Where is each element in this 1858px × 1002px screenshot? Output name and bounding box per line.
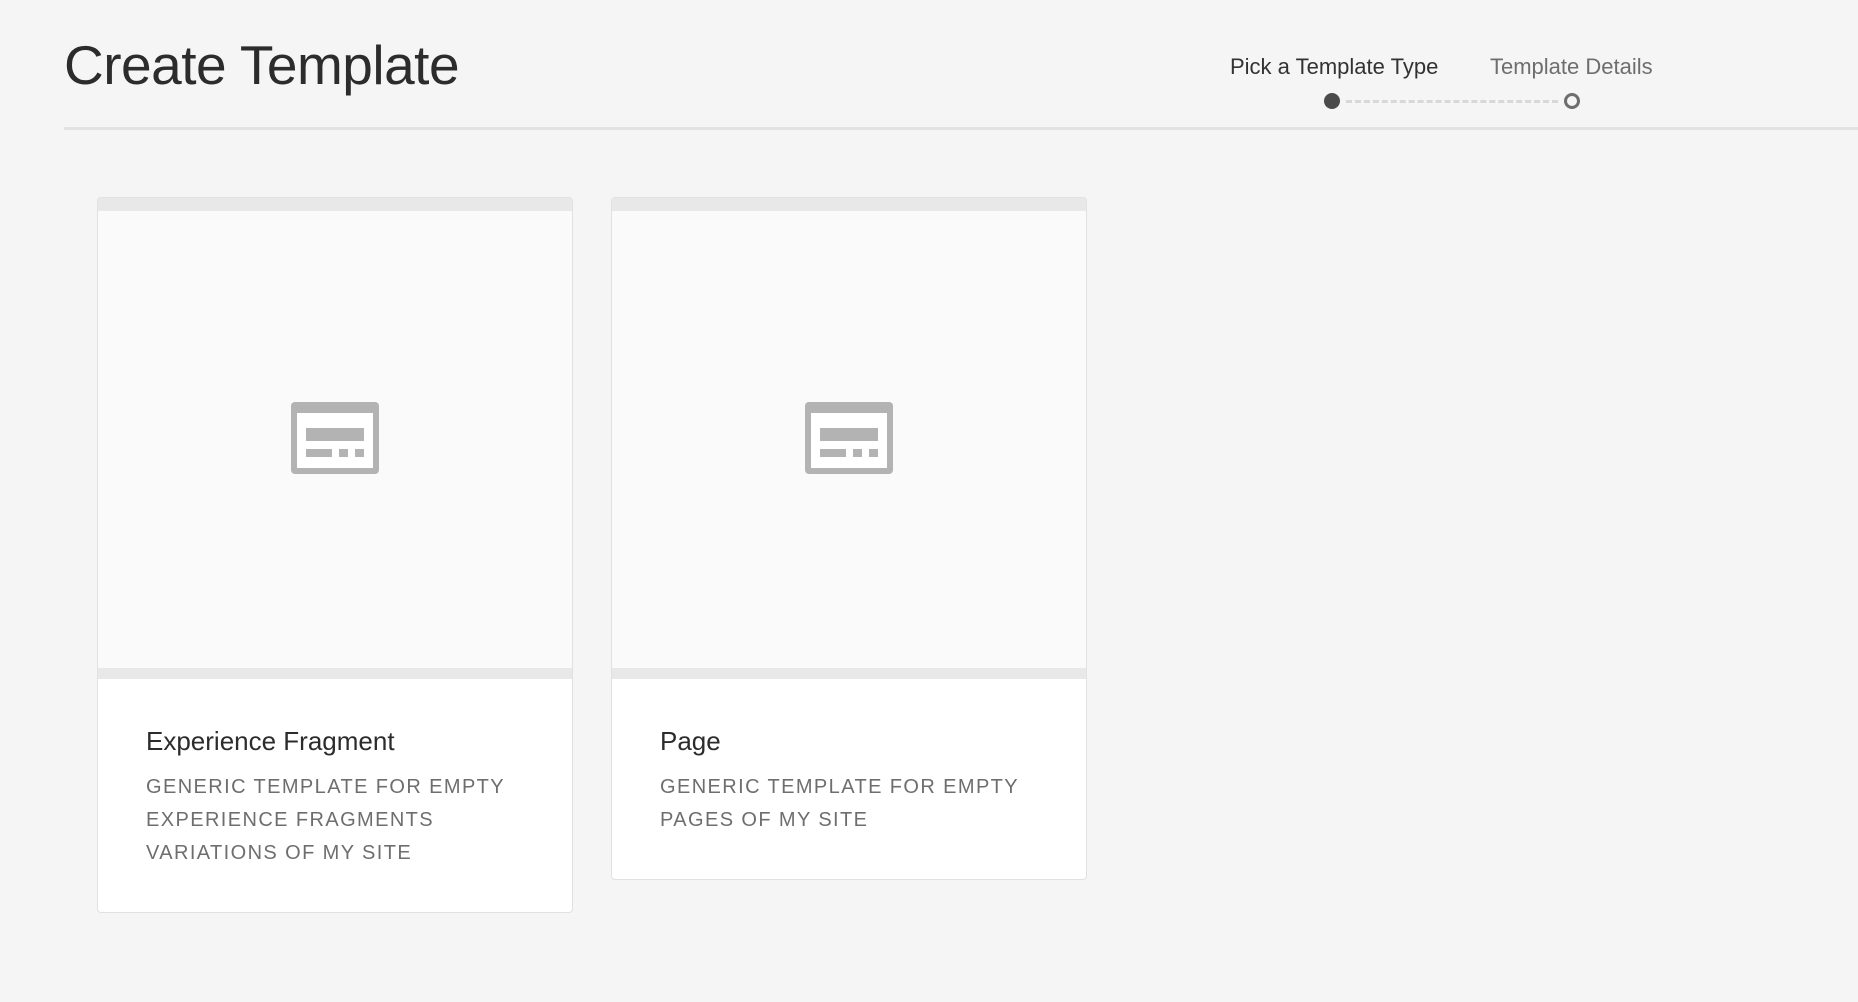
card-title: Page bbox=[660, 726, 721, 756]
template-layout-icon bbox=[291, 402, 379, 474]
template-card-page[interactable]: Page GENERIC TEMPLATE FOR EMPTY PAGES OF… bbox=[611, 197, 1087, 880]
step-upcoming-dot-icon bbox=[1564, 93, 1580, 109]
card-description-line: VARIATIONS OF MY SITE bbox=[146, 842, 413, 864]
step-template-details-label[interactable]: Template Details bbox=[1490, 50, 1653, 84]
card-description-line: PAGES OF MY SITE bbox=[660, 809, 869, 831]
card-thumbnail bbox=[98, 198, 572, 679]
card-body: Page GENERIC TEMPLATE FOR EMPTY PAGES OF… bbox=[612, 679, 1086, 837]
template-card-experience-fragment[interactable]: Experience Fragment GENERIC TEMPLATE FOR… bbox=[97, 197, 573, 913]
header-divider bbox=[64, 127, 1858, 130]
page-title: Create Template bbox=[64, 34, 460, 96]
template-layout-icon bbox=[805, 402, 893, 474]
card-body: Experience Fragment GENERIC TEMPLATE FOR… bbox=[98, 679, 572, 870]
card-description-line: GENERIC TEMPLATE FOR EMPTY bbox=[660, 776, 1020, 798]
step-pick-template-type-label[interactable]: Pick a Template Type bbox=[1230, 50, 1438, 84]
card-thumbnail bbox=[612, 198, 1086, 679]
card-description-line: EXPERIENCE FRAGMENTS bbox=[146, 809, 435, 831]
card-description: GENERIC TEMPLATE FOR EMPTY PAGES OF MY S… bbox=[660, 771, 1038, 837]
card-title: Experience Fragment bbox=[146, 726, 395, 756]
card-description: GENERIC TEMPLATE FOR EMPTY EXPERIENCE FR… bbox=[146, 771, 524, 870]
step-progress-connector bbox=[1346, 100, 1558, 103]
wizard-steps: Pick a Template Type Template Details bbox=[1210, 50, 1690, 120]
card-description-line: GENERIC TEMPLATE FOR EMPTY bbox=[146, 776, 506, 798]
step-current-dot-icon bbox=[1324, 93, 1340, 109]
